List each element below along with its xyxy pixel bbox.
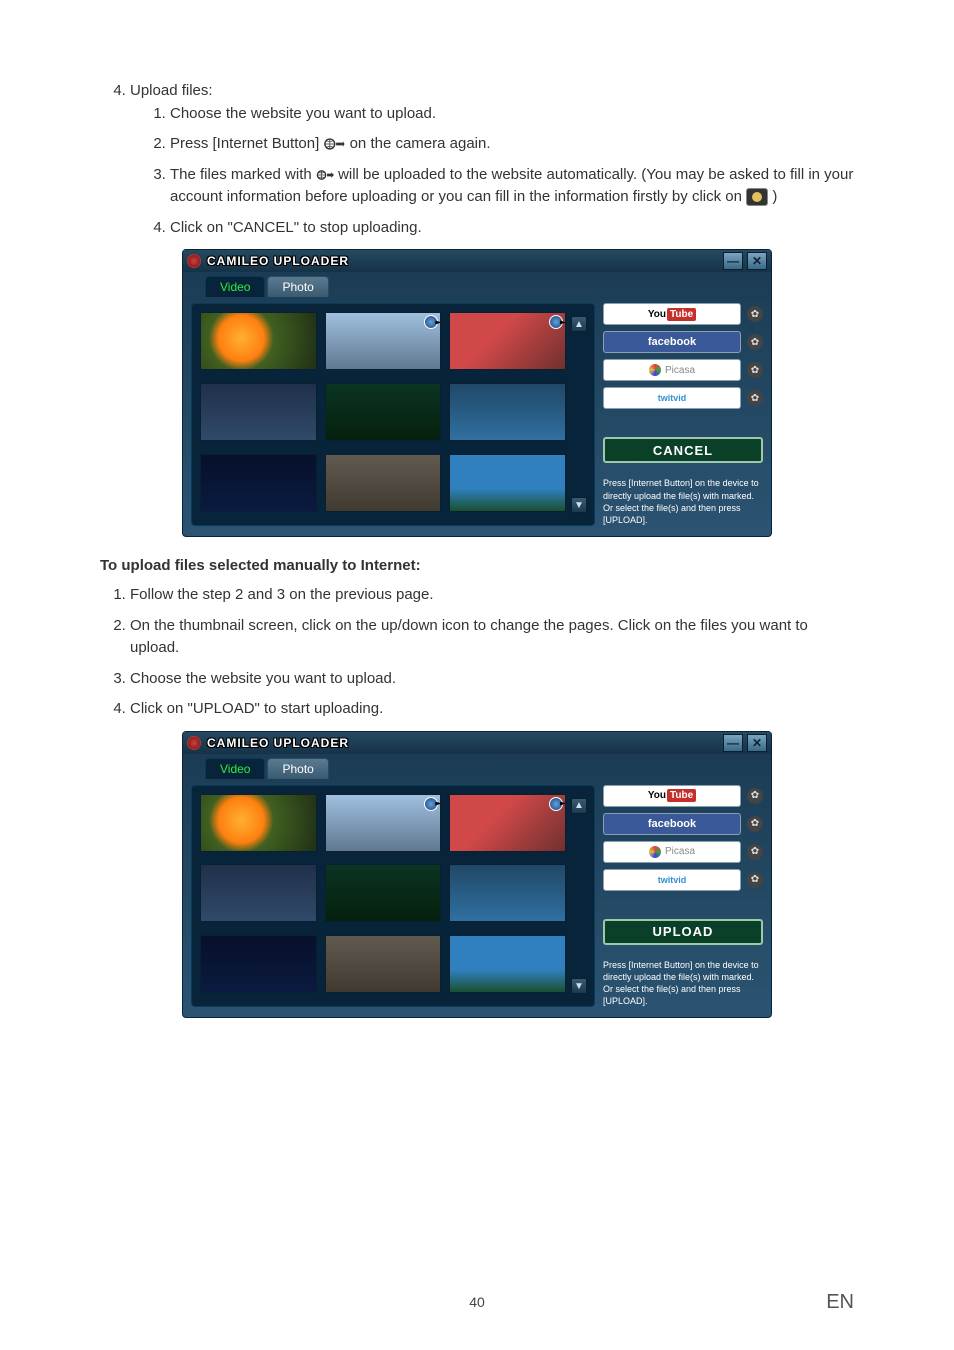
thumb-7[interactable] (200, 935, 317, 993)
sub-1: Choose the website you want to upload. (170, 103, 854, 126)
thumb-2[interactable] (325, 312, 442, 370)
close-button[interactable]: ✕ (747, 252, 767, 270)
minimize-button[interactable]: — (723, 734, 743, 752)
upload-marker-icon (424, 797, 438, 811)
thumb-1[interactable] (200, 312, 317, 370)
cancel-button[interactable]: CANCEL (603, 437, 763, 463)
manual-2: On the thumbnail screen, click on the up… (130, 615, 854, 660)
thumb-4[interactable] (200, 864, 317, 922)
thumb-2[interactable] (325, 794, 442, 852)
hint-text: Press [Internet Button] on the device to… (603, 959, 763, 1008)
sidebar: YouTube ✿ facebook ✿ Picasa ✿ twitvid ✿ UPLO… (603, 785, 763, 1008)
site-youtube[interactable]: YouTube (603, 785, 741, 807)
tabs: Video Photo (205, 276, 771, 297)
step-4: Upload files: Choose the website you wan… (130, 80, 854, 239)
thumb-9[interactable] (449, 935, 566, 993)
tab-photo[interactable]: Photo (267, 276, 328, 297)
sub-2: Press [Internet Button] on the camera ag… (170, 133, 854, 156)
internet-button-icon (323, 133, 345, 156)
thumb-5[interactable] (325, 383, 442, 441)
page-down-button[interactable]: ▼ (571, 978, 587, 994)
close-button[interactable]: ✕ (747, 734, 767, 752)
facebook-settings-icon[interactable]: ✿ (747, 816, 763, 832)
thumb-9[interactable] (449, 454, 566, 512)
thumb-5[interactable] (325, 864, 442, 922)
picasa-settings-icon[interactable]: ✿ (747, 844, 763, 860)
app-icon (187, 254, 201, 268)
manual-4: Click on "UPLOAD" to start uploading. (130, 698, 854, 721)
thumb-6[interactable] (449, 864, 566, 922)
step-4-sublist: Choose the website you want to upload. P… (130, 103, 854, 240)
upload-button[interactable]: UPLOAD (603, 919, 763, 945)
manual-3: Choose the website you want to upload. (130, 668, 854, 691)
thumb-3[interactable] (449, 794, 566, 852)
globe-arrow-icon (316, 164, 334, 187)
youtube-settings-icon[interactable]: ✿ (747, 788, 763, 804)
page-up-button[interactable]: ▲ (571, 798, 587, 814)
site-twitvid[interactable]: twitvid (603, 869, 741, 891)
thumb-1[interactable] (200, 794, 317, 852)
uploader-window-upload: CAMILEO UPLOADER — ✕ Video Photo (182, 731, 772, 1019)
titlebar: CAMILEO UPLOADER — ✕ (183, 732, 771, 754)
sub-4: Click on "CANCEL" to stop uploading. (170, 217, 854, 240)
site-facebook[interactable]: facebook (603, 813, 741, 835)
thumb-8[interactable] (325, 935, 442, 993)
site-twitvid[interactable]: twitvid (603, 387, 741, 409)
step-4-title: Upload files: (130, 82, 213, 99)
thumbnail-area: ▲ ▼ (191, 303, 595, 526)
hint-text: Press [Internet Button] on the device to… (603, 477, 763, 526)
footer: 40 (0, 1294, 954, 1310)
manual-heading: To upload files selected manually to Int… (100, 557, 854, 574)
tab-photo[interactable]: Photo (267, 758, 328, 779)
page-up-button[interactable]: ▲ (571, 316, 587, 332)
window-title: CAMILEO UPLOADER (207, 736, 719, 750)
thumb-4[interactable] (200, 383, 317, 441)
site-picasa[interactable]: Picasa (603, 841, 741, 863)
thumb-6[interactable] (449, 383, 566, 441)
thumb-8[interactable] (325, 454, 442, 512)
manual-1: Follow the step 2 and 3 on the previous … (130, 584, 854, 607)
sub-3: The files marked with will be uploaded t… (170, 164, 854, 209)
upload-marker-icon (549, 797, 563, 811)
uploader-window-cancel: CAMILEO UPLOADER — ✕ Video Photo (182, 249, 772, 537)
sidebar: YouTube ✿ facebook ✿ Picasa ✿ twitvid ✿ CANC… (603, 303, 763, 526)
manual-steps: Follow the step 2 and 3 on the previous … (100, 584, 854, 721)
tab-video[interactable]: Video (205, 758, 265, 779)
site-picasa[interactable]: Picasa (603, 359, 741, 381)
tab-video[interactable]: Video (205, 276, 265, 297)
thumb-3[interactable] (449, 312, 566, 370)
youtube-settings-icon[interactable]: ✿ (747, 306, 763, 322)
tabs: Video Photo (205, 758, 771, 779)
minimize-button[interactable]: — (723, 252, 743, 270)
picasa-settings-icon[interactable]: ✿ (747, 362, 763, 378)
titlebar: CAMILEO UPLOADER — ✕ (183, 250, 771, 272)
twitvid-settings-icon[interactable]: ✿ (747, 872, 763, 888)
window-title: CAMILEO UPLOADER (207, 254, 719, 268)
site-facebook[interactable]: facebook (603, 331, 741, 353)
main-step-list: Upload files: Choose the website you wan… (100, 80, 854, 239)
site-youtube[interactable]: YouTube (603, 303, 741, 325)
twitvid-settings-icon[interactable]: ✿ (747, 390, 763, 406)
app-icon (187, 736, 201, 750)
page-number: 40 (469, 1294, 485, 1310)
page-down-button[interactable]: ▼ (571, 497, 587, 513)
thumb-7[interactable] (200, 454, 317, 512)
settings-gear-icon (746, 188, 768, 206)
facebook-settings-icon[interactable]: ✿ (747, 334, 763, 350)
language-label: EN (826, 1291, 854, 1314)
thumbnail-area: ▲ ▼ (191, 785, 595, 1008)
